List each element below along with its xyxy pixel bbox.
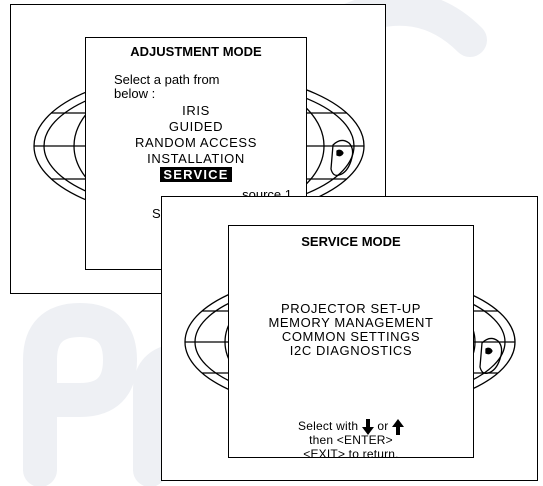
menu-title: SERVICE MODE <box>301 234 401 249</box>
service-mode-menu: SERVICE MODE PROJECTOR SET-UP MEMORY MAN… <box>228 225 474 461</box>
menu-item-installation[interactable]: INSTALLATION <box>86 151 306 167</box>
menu-item-iris[interactable]: IRIS <box>86 103 306 119</box>
menu-item-service[interactable]: SERVICE <box>86 167 306 183</box>
footer-exit: <EXIT> to return. <box>303 447 399 461</box>
prompt-text-2: below : <box>114 86 156 101</box>
menu-item-random-access[interactable]: RANDOM ACCESS <box>86 135 306 151</box>
menu-item-guided[interactable]: GUIDED <box>86 119 306 135</box>
service-screen: SERVICE MODE PROJECTOR SET-UP MEMORY MAN… <box>161 196 538 481</box>
menu-title: ADJUSTMENT MODE <box>130 44 262 59</box>
partial-text: S <box>152 206 161 221</box>
footer-select-text: Select with <box>298 419 359 433</box>
menu-item-i2c-diagnostics[interactable]: I2C DIAGNOSTICS <box>229 343 473 359</box>
menu-item-service-label: SERVICE <box>160 167 232 182</box>
footer-or-text: or <box>377 419 389 433</box>
